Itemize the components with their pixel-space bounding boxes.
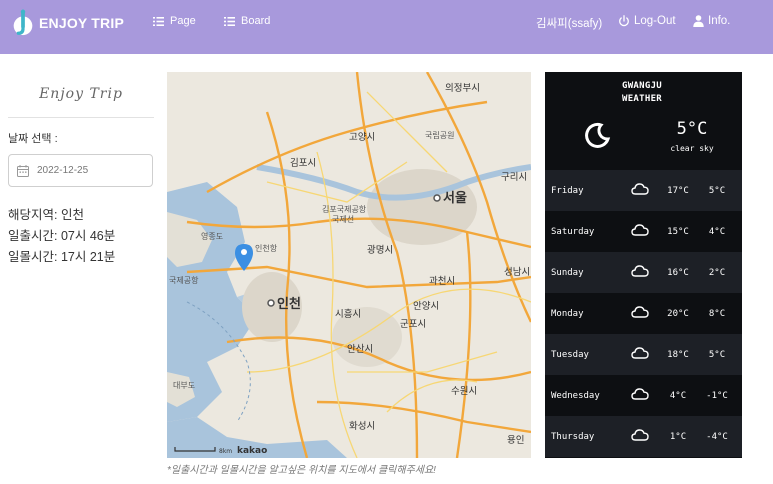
calendar-icon (17, 164, 29, 177)
weather-desc: clear sky (670, 144, 714, 153)
map-label-anyang: 안양시 (413, 301, 439, 312)
weather-city: GWANGJU WEATHER (622, 80, 662, 106)
map-canvas[interactable]: 의정부시 고양시 김포시 서울 구리시 광명시 인천 과천시 성남시 시흥시 안… (167, 72, 531, 458)
top-navbar: ENJOY TRIP Page Board 김싸피(ssafy) Log-Out… (0, 0, 773, 54)
map-label-seongnam: 성남시 (504, 267, 530, 278)
map-label-daebu: 대부도 (173, 381, 195, 390)
map-label-gwangmyeong: 광명시 (367, 244, 393, 256)
sun-info: 해당지역: 인천 일출시간: 07시 46분 일몰시간: 17시 21분 (8, 205, 154, 268)
nav-board-label: Board (241, 15, 271, 27)
forecast-low: -1°C (706, 390, 728, 401)
map-label-park: 국립공원 (425, 131, 454, 140)
forecast-high: 16°C (667, 267, 689, 278)
logout-button[interactable]: Log-Out (618, 15, 676, 27)
forecast-high: 20°C (667, 308, 689, 319)
forecast-row: Thursday 1°C -4°C (545, 416, 742, 457)
map-label-gimpo-intl: 국제선 (332, 215, 354, 224)
cloud-icon (631, 429, 649, 441)
forecast-day: Monday (551, 308, 584, 319)
map-label-goyang: 고양시 (349, 132, 375, 143)
date-picker[interactable]: 2022-12-25 (8, 154, 153, 187)
forecast-day: Sunday (551, 267, 584, 278)
forecast-high: 1°C (669, 431, 687, 442)
sunset-text: 일몰시간: 17시 21분 (8, 250, 116, 264)
map-label-siheung: 시흥시 (335, 308, 361, 320)
logout-label: Log-Out (634, 15, 676, 27)
forecast-high: 4°C (669, 390, 687, 401)
kakao-map[interactable]: 의정부시 고양시 김포시 서울 구리시 광명시 인천 과천시 성남시 시흥시 안… (167, 72, 531, 458)
power-icon (619, 15, 629, 27)
map-label-gimpo-airport: 김포국제공항 (322, 204, 367, 214)
logo-icon (13, 9, 33, 36)
user-name[interactable]: 김싸피(ssafy) (536, 15, 602, 31)
cloud-icon (631, 224, 649, 236)
forecast-day: Wednesday (551, 390, 600, 401)
date-label: 날짜 선택 : (8, 133, 58, 145)
map-label-hwaseong: 화성시 (349, 421, 375, 432)
forecast-day: Saturday (551, 226, 595, 237)
map-label-seoul: 서울 (443, 190, 467, 206)
map-label-yeongjong: 영종도 (201, 231, 223, 241)
forecast-row: Tuesday 18°C 5°C (545, 334, 742, 375)
forecast-low: 4°C (708, 226, 726, 237)
nav-page-link[interactable]: Page (153, 15, 196, 27)
forecast-low: 5°C (708, 349, 726, 360)
forecast-day: Friday (551, 185, 584, 196)
map-label-gimpo: 김포시 (290, 157, 316, 169)
sidebar-brand: Enjoy Trip (8, 72, 154, 118)
forecast-low: -4°C (706, 431, 728, 442)
map-scale-text: 8km (219, 448, 232, 455)
cloud-icon (631, 347, 649, 359)
map-label-gunpo: 군포시 (400, 319, 426, 330)
forecast-high: 15°C (667, 226, 689, 237)
weather-widget: GWANGJU WEATHER 5°C clear sky Friday 17°C… (545, 72, 742, 458)
forecast-low: 8°C (708, 308, 726, 319)
cloud-icon (631, 388, 649, 400)
sunrise-text: 일출시간: 07시 46분 (8, 229, 116, 243)
nav-board-link[interactable]: Board (224, 15, 270, 27)
forecast-day: Tuesday (551, 349, 589, 360)
map-label-uijeongbu: 의정부시 (445, 83, 480, 94)
info-button[interactable]: Info. (693, 15, 730, 27)
map-label-gwacheon: 과천시 (429, 276, 455, 287)
list-icon (153, 16, 164, 26)
kakao-logo: kakao (237, 446, 267, 456)
map-label-ansan: 안산시 (347, 344, 373, 355)
forecast-row: Sunday 16°C 2°C (545, 252, 742, 293)
map-label-incheon: 인천 (277, 296, 301, 312)
map-label-guri: 구리시 (501, 172, 527, 183)
cloud-icon (631, 183, 649, 195)
cloud-icon (631, 265, 649, 277)
date-value: 2022-12-25 (37, 165, 89, 176)
cloud-icon (631, 306, 649, 318)
weather-subtitle: WEATHER (622, 94, 663, 104)
map-label-suwon: 수원시 (451, 386, 477, 397)
current-temp: 5°C (676, 119, 708, 139)
map-label-airport: 국제공항 (169, 276, 199, 285)
forecast-row: Saturday 15°C 4°C (545, 211, 742, 252)
brand-name: ENJOY TRIP (39, 15, 124, 31)
sidebar: Enjoy Trip 날짜 선택 : 2022-12-25 해당지역: 인천 일… (8, 72, 154, 268)
weather-city-name: GWANGJU (622, 81, 663, 91)
user-icon (693, 15, 704, 27)
forecast-day: Thursday (551, 431, 595, 442)
info-label: Info. (708, 15, 731, 27)
forecast-row: Wednesday 4°C -1°C (545, 375, 742, 416)
map-label-yongin: 용인 (507, 435, 524, 446)
map-caption: *일출시간과 일몰시간을 알고싶은 위치를 지도에서 클릭해주세요! (167, 465, 436, 476)
forecast-row: Monday 20°C 8°C (545, 293, 742, 334)
region-text: 해당지역: 인천 (8, 208, 84, 222)
nav-page-label: Page (170, 15, 196, 27)
brand-logo[interactable]: ENJOY TRIP (12, 9, 124, 37)
map-label-incheon-port: 인천항 (255, 243, 278, 253)
forecast-low: 2°C (708, 267, 726, 278)
forecast-high: 18°C (667, 349, 689, 360)
forecast-row: Friday 17°C 5°C (545, 170, 742, 211)
moon-icon (585, 122, 611, 148)
list-icon (224, 16, 235, 26)
forecast-low: 5°C (708, 185, 726, 196)
forecast-high: 17°C (667, 185, 689, 196)
